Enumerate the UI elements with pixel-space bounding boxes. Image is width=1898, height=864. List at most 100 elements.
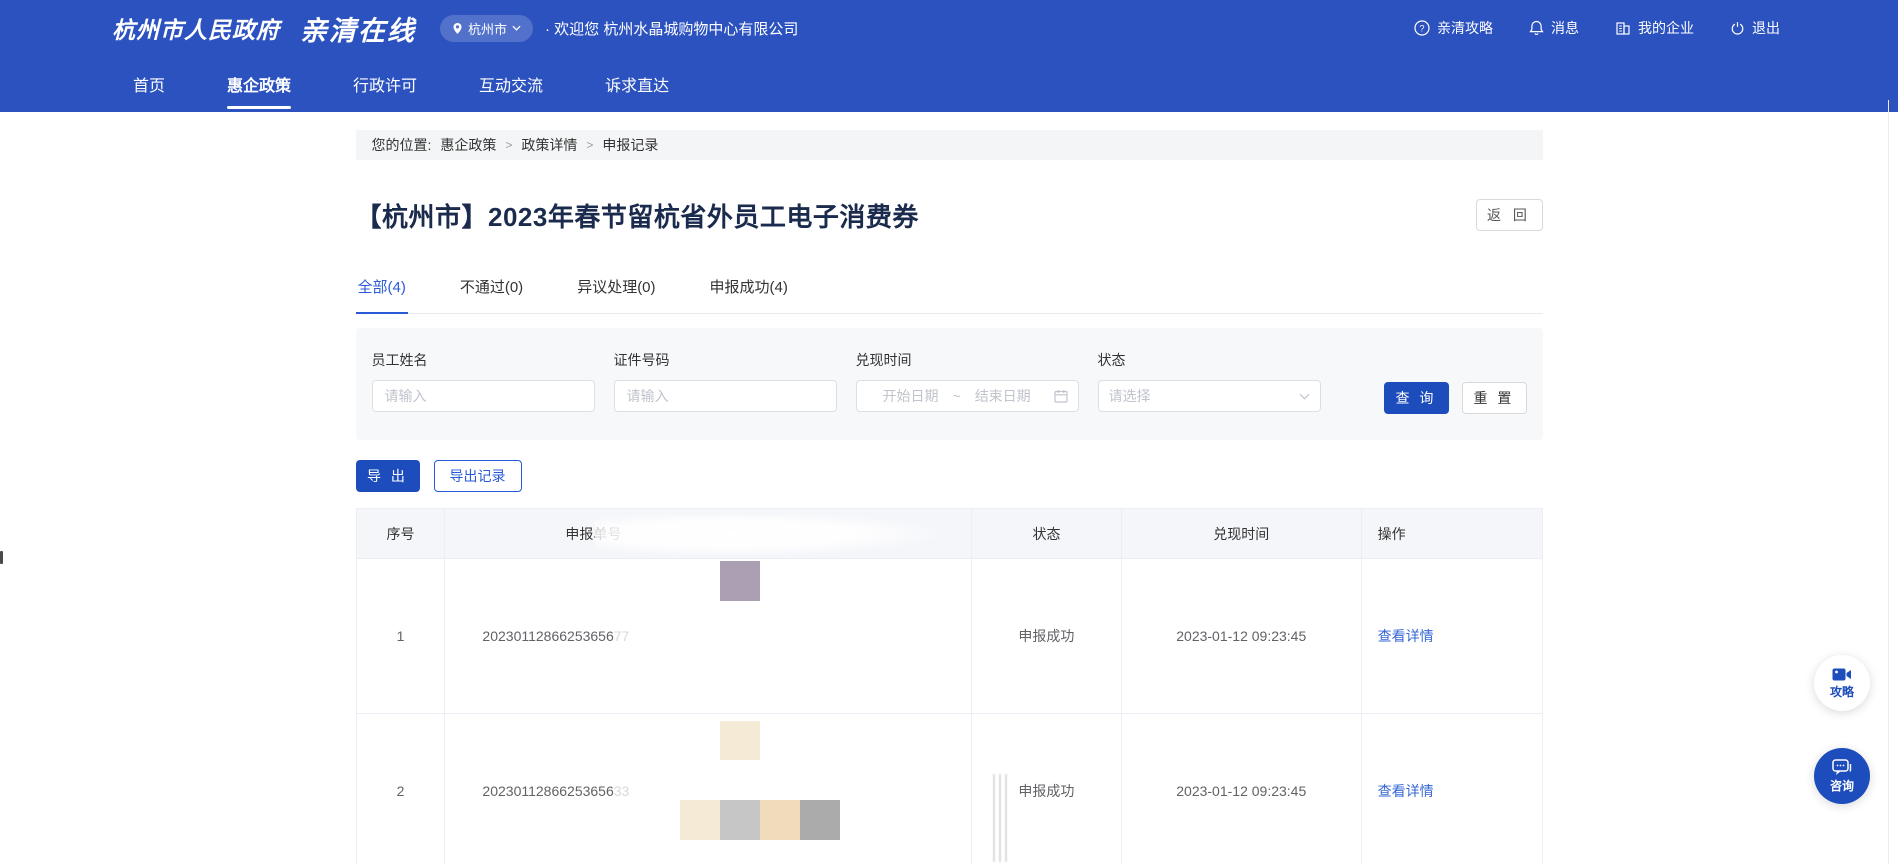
id-number-input[interactable] bbox=[614, 380, 837, 412]
page-title: 【杭州市】2023年春节留杭省外员工电子消费券 bbox=[356, 197, 919, 234]
cell-order-no: 2023011286625365633 bbox=[445, 714, 972, 864]
col-header-status: 状态 bbox=[972, 509, 1122, 559]
brand-logo: 亲清在线 bbox=[300, 9, 416, 48]
export-button[interactable]: 导 出 bbox=[356, 460, 420, 492]
table-row: 2 2023011286625365633 申报成功 2023-01-12 09… bbox=[357, 714, 1543, 864]
consult-float-button[interactable]: 咨询 bbox=[1814, 748, 1870, 804]
status-select-placeholder: 请选择 bbox=[1109, 386, 1151, 406]
view-detail-link[interactable]: 查看详情 bbox=[1378, 781, 1434, 801]
consult-float-label: 咨询 bbox=[1830, 777, 1854, 794]
order-no-text: 20230112866253656 bbox=[482, 628, 613, 644]
status-tabs: 全部(4) 不通过(0) 异议处理(0) 申报成功(4) bbox=[356, 272, 1543, 314]
date-range-picker[interactable]: 开始日期 ~ 结束日期 bbox=[856, 380, 1079, 412]
header-links: ? 亲清攻略 消息 我的企业 bbox=[1414, 18, 1780, 38]
location-selector[interactable]: 杭州市 bbox=[440, 15, 533, 42]
cell-redeem-time: 2023-01-12 09:23:45 bbox=[1122, 714, 1362, 864]
main-content: 您的位置: 惠企政策 > 政策详情 > 申报记录 【杭州市】2023年春节留杭省… bbox=[356, 130, 1543, 864]
cell-actions: 查看详情 bbox=[1362, 714, 1543, 864]
breadcrumb-item-policy-detail[interactable]: 政策详情 bbox=[521, 135, 577, 155]
col-header-actions: 操作 bbox=[1362, 509, 1543, 559]
power-icon bbox=[1730, 21, 1745, 36]
tab-rejected[interactable]: 不通过(0) bbox=[458, 272, 525, 313]
nav-active-underline bbox=[227, 106, 291, 109]
redaction-block bbox=[720, 800, 760, 840]
tab-approved[interactable]: 申报成功(4) bbox=[708, 272, 790, 313]
chevron-down-icon bbox=[512, 25, 521, 31]
top-header: 杭州市人民政府 亲清在线 杭州市 · 欢迎您 杭州水晶城购物中心有限公司 ? 亲… bbox=[0, 0, 1898, 112]
cell-status: 申报成功 bbox=[972, 714, 1122, 864]
cell-index: 2 bbox=[357, 714, 446, 864]
nav-item-licensing[interactable]: 行政许可 bbox=[353, 56, 417, 112]
breadcrumb: 您的位置: 惠企政策 > 政策详情 > 申报记录 bbox=[356, 130, 1543, 160]
breadcrumb-separator: > bbox=[586, 138, 593, 152]
cell-index: 1 bbox=[357, 559, 446, 714]
breadcrumb-item-current: 申报记录 bbox=[602, 135, 658, 155]
nav-item-interaction[interactable]: 互动交流 bbox=[479, 56, 543, 112]
tab-dispute[interactable]: 异议处理(0) bbox=[575, 272, 657, 313]
svg-text:?: ? bbox=[1419, 23, 1424, 33]
redaction-block bbox=[760, 800, 800, 840]
logout-link[interactable]: 退出 bbox=[1730, 18, 1780, 38]
field-status: 状态 请选择 bbox=[1098, 350, 1321, 414]
employee-name-label: 员工姓名 bbox=[372, 350, 595, 370]
cell-status: 申报成功 bbox=[972, 559, 1122, 714]
bell-icon bbox=[1529, 20, 1544, 36]
table-header-row: 序号 申报单号 状态 兑现时间 操作 bbox=[357, 509, 1543, 559]
search-button[interactable]: 查 询 bbox=[1384, 382, 1449, 414]
edge-artifact bbox=[0, 551, 3, 564]
col-header-index: 序号 bbox=[357, 509, 446, 559]
breadcrumb-separator: > bbox=[505, 138, 512, 152]
order-no-text: 20230112866253656 bbox=[482, 783, 613, 799]
building-icon bbox=[1615, 20, 1631, 36]
location-label: 杭州市 bbox=[468, 19, 507, 38]
reset-button[interactable]: 重 置 bbox=[1462, 382, 1527, 414]
messages-link-label: 消息 bbox=[1551, 18, 1579, 38]
scrollbar-track[interactable] bbox=[1888, 100, 1889, 864]
guide-link[interactable]: ? 亲清攻略 bbox=[1414, 18, 1493, 38]
nav-item-home[interactable]: 首页 bbox=[133, 56, 165, 112]
guide-link-label: 亲清攻略 bbox=[1437, 18, 1493, 38]
field-employee-name: 员工姓名 bbox=[372, 350, 595, 414]
guide-float-button[interactable]: 攻略 bbox=[1814, 655, 1870, 711]
export-history-button[interactable]: 导出记录 bbox=[434, 460, 522, 492]
tab-all[interactable]: 全部(4) bbox=[356, 272, 408, 314]
redaction-smudge bbox=[993, 774, 1007, 862]
guide-float-label: 攻略 bbox=[1830, 683, 1854, 700]
redaction-block bbox=[720, 721, 760, 760]
cell-order-no: 2023011286625365677 bbox=[445, 559, 972, 714]
nav-item-appeals[interactable]: 诉求直达 bbox=[605, 56, 669, 112]
date-start-placeholder: 开始日期 bbox=[883, 386, 939, 406]
messages-link[interactable]: 消息 bbox=[1529, 18, 1579, 38]
my-company-link[interactable]: 我的企业 bbox=[1615, 18, 1694, 38]
col-header-order-no: 申报单号 bbox=[445, 509, 972, 559]
table-body: 1 2023011286625365677 申报成功 2023-01-12 09… bbox=[357, 559, 1543, 864]
id-number-label: 证件号码 bbox=[614, 350, 837, 370]
back-button[interactable]: 返 回 bbox=[1476, 199, 1543, 231]
title-row: 【杭州市】2023年春节留杭省外员工电子消费券 返 回 bbox=[356, 198, 1543, 232]
breadcrumb-prefix: 您的位置: bbox=[372, 135, 432, 155]
employee-name-input[interactable] bbox=[372, 380, 595, 412]
calendar-icon bbox=[1054, 389, 1068, 403]
nav-item-interaction-label: 互动交流 bbox=[479, 72, 543, 96]
order-no-faded-text: 77 bbox=[614, 628, 630, 644]
view-detail-link[interactable]: 查看详情 bbox=[1378, 626, 1434, 646]
gov-logo: 杭州市人民政府 bbox=[112, 11, 280, 45]
redacted-header-smudge bbox=[595, 513, 935, 555]
nav-item-appeals-label: 诉求直达 bbox=[605, 72, 669, 96]
filter-actions: 查 询 重 置 bbox=[1384, 382, 1527, 414]
cell-actions: 查看详情 bbox=[1362, 559, 1543, 714]
order-no-faded-text: 33 bbox=[614, 783, 630, 799]
breadcrumb-item-policies[interactable]: 惠企政策 bbox=[440, 135, 496, 155]
nav-item-policies[interactable]: 惠企政策 bbox=[227, 56, 291, 112]
video-camera-icon bbox=[1832, 667, 1852, 682]
nav-item-policies-label: 惠企政策 bbox=[227, 72, 291, 96]
status-select[interactable]: 请选择 bbox=[1098, 380, 1321, 412]
page: 杭州市人民政府 亲清在线 杭州市 · 欢迎您 杭州水晶城购物中心有限公司 ? 亲… bbox=[0, 0, 1898, 864]
redaction-block bbox=[800, 800, 840, 840]
main-nav: 首页 惠企政策 行政许可 互动交流 诉求直达 bbox=[0, 56, 1898, 112]
status-text: 申报成功 bbox=[1018, 781, 1074, 801]
col-header-redeem-time: 兑现时间 bbox=[1122, 509, 1362, 559]
question-circle-icon: ? bbox=[1414, 20, 1430, 36]
redaction-block bbox=[680, 800, 720, 840]
field-redeem-time: 兑现时间 开始日期 ~ 结束日期 bbox=[856, 350, 1079, 414]
